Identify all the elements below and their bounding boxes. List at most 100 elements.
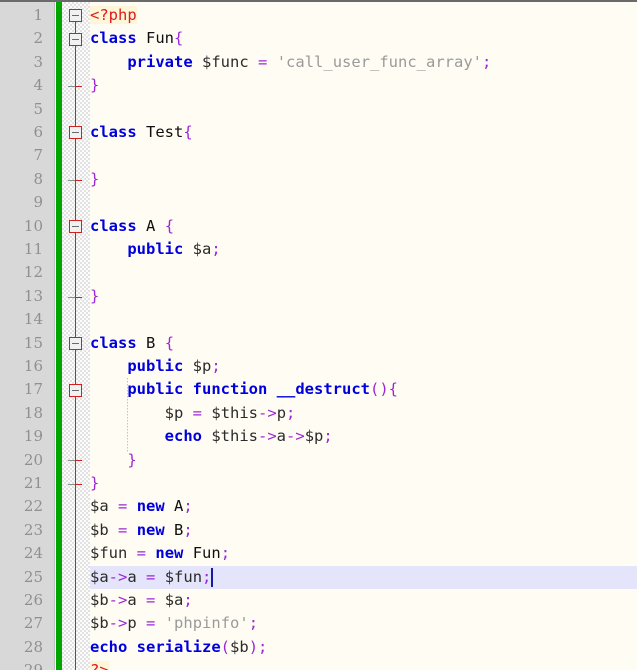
- token-kw: echo: [164, 427, 202, 446]
- token-var: $a: [90, 567, 109, 586]
- code-line-text[interactable]: }: [90, 74, 99, 97]
- code-line-row[interactable]: 1 <?php: [0, 4, 637, 27]
- fold-range-line: [75, 39, 76, 88]
- code-line-text[interactable]: $b->p = 'phpinfo';: [90, 612, 258, 635]
- code-line-row[interactable]: 25 $a->a = $fun;: [0, 565, 637, 589]
- line-number: 26: [23, 591, 43, 609]
- line-number: 28: [23, 637, 43, 656]
- fold-toggle-icon[interactable]: [69, 336, 82, 350]
- code-line-text[interactable]: $b = new B;: [90, 519, 193, 542]
- code-line-text[interactable]: ?>: [90, 659, 109, 670]
- code-line-row[interactable]: 13}: [0, 285, 637, 308]
- code-line-text[interactable]: }: [90, 168, 99, 191]
- code-line-row[interactable]: 20 }: [0, 449, 637, 472]
- code-line-row[interactable]: 7: [0, 144, 637, 167]
- token-kw: class: [90, 216, 137, 235]
- code-line-row[interactable]: 18 $p = $this->p;: [0, 402, 637, 425]
- code-line-row[interactable]: 28 echo serialize($b);: [0, 636, 637, 659]
- code-line-row[interactable]: 3 private $func = 'call_user_func_array'…: [0, 51, 637, 74]
- code-line-row[interactable]: 14: [0, 308, 637, 331]
- code-line-row[interactable]: 8}: [0, 168, 637, 191]
- code-line-row[interactable]: 6 class Test{: [0, 121, 637, 144]
- token-plain: a: [127, 567, 137, 586]
- code-line-row[interactable]: 27 $b->p = 'phpinfo';: [0, 612, 637, 635]
- code-line-row[interactable]: 19 echo $this->a->$p;: [0, 425, 637, 448]
- code-line-text[interactable]: }: [90, 285, 99, 308]
- code-line-text[interactable]: echo serialize($b);: [90, 636, 267, 659]
- token-cls: Fun: [192, 544, 221, 563]
- code-line-text[interactable]: class Test{: [90, 121, 193, 144]
- code-line-row[interactable]: 23 $b = new B;: [0, 519, 637, 542]
- code-line-row[interactable]: 4}: [0, 74, 637, 97]
- code-line-row[interactable]: 16 public $p;: [0, 355, 637, 378]
- code-line-row[interactable]: 5: [0, 98, 637, 121]
- code-line-text[interactable]: public $a;: [90, 238, 220, 261]
- fold-range-line: [75, 132, 76, 182]
- code-line-text[interactable]: public function __destruct(){: [90, 378, 398, 401]
- code-line-row[interactable]: 29 ?>: [0, 659, 637, 670]
- code-line-row[interactable]: 17 public function __destruct(){: [0, 378, 637, 401]
- code-line-row[interactable]: 22 $a = new A;: [0, 495, 637, 518]
- token-punc: ;: [211, 357, 221, 375]
- token-punc: (: [220, 637, 231, 656]
- token-kw: class: [90, 29, 137, 48]
- code-line-row[interactable]: 10 class A {: [0, 215, 637, 238]
- line-number: 20: [23, 450, 43, 469]
- token-op: =: [258, 52, 268, 71]
- fold-toggle-icon[interactable]: [69, 383, 82, 397]
- code-line-row[interactable]: 24 $fun = new Fun;: [0, 542, 637, 565]
- code-editor[interactable]: 1 <?php 2 class Fun{3 private $func = 'call…: [0, 0, 637, 670]
- token-punc: }: [90, 474, 100, 492]
- token-var: $b: [90, 520, 109, 539]
- line-number: 22: [23, 497, 43, 516]
- code-line-text[interactable]: <?php: [90, 4, 137, 27]
- code-line-text[interactable]: $a->a = $fun;: [90, 566, 211, 589]
- fold-toggle-icon[interactable]: [69, 126, 82, 140]
- code-line-row[interactable]: 12: [0, 261, 637, 284]
- code-line-text[interactable]: public $p;: [90, 355, 221, 378]
- code-line-text[interactable]: }: [90, 472, 99, 495]
- token-var: $a: [164, 591, 184, 609]
- code-line-row[interactable]: 21}: [0, 472, 637, 495]
- token-op: ->: [258, 403, 277, 422]
- fold-toggle-icon[interactable]: [69, 219, 82, 233]
- code-line-text[interactable]: $p = $this->p;: [90, 402, 296, 425]
- token-var: $b: [90, 591, 109, 609]
- line-number: 2: [33, 29, 43, 48]
- code-line-text[interactable]: $fun = new Fun;: [90, 542, 230, 565]
- token-op: ->: [108, 567, 128, 586]
- code-line-text[interactable]: class B {: [90, 332, 174, 355]
- code-line-text[interactable]: }: [90, 449, 136, 472]
- code-line-row[interactable]: 15 class B {: [0, 332, 637, 355]
- token-kw: class: [90, 333, 137, 352]
- code-line-text[interactable]: class A {: [90, 215, 174, 238]
- line-number: 11: [23, 240, 43, 258]
- token-punc: (): [370, 380, 389, 399]
- code-line-text[interactable]: private $func = 'call_user_func_array';: [90, 51, 491, 74]
- code-line-row[interactable]: 11 public $a;: [0, 238, 637, 261]
- token-op: =: [192, 403, 203, 422]
- token-var: $p: [192, 357, 212, 375]
- code-line-text[interactable]: $b->a = $a;: [90, 589, 193, 612]
- code-line-row[interactable]: 9: [0, 191, 637, 214]
- code-line-row[interactable]: 2 class Fun{: [0, 27, 637, 50]
- token-punc: {: [183, 123, 193, 141]
- token-cls: B: [146, 333, 156, 352]
- token-kw: new: [136, 520, 165, 539]
- code-line-text[interactable]: $a = new A;: [90, 495, 193, 518]
- fold-toggle-icon[interactable]: [69, 9, 82, 23]
- fold-toggle-icon[interactable]: [69, 32, 82, 46]
- code-line-row[interactable]: 26 $b->a = $a;: [0, 589, 637, 612]
- token-op: ->: [108, 614, 128, 633]
- code-line-text[interactable]: class Fun{: [90, 27, 183, 50]
- line-number: 13: [23, 286, 43, 305]
- line-number: 29: [0, 659, 43, 670]
